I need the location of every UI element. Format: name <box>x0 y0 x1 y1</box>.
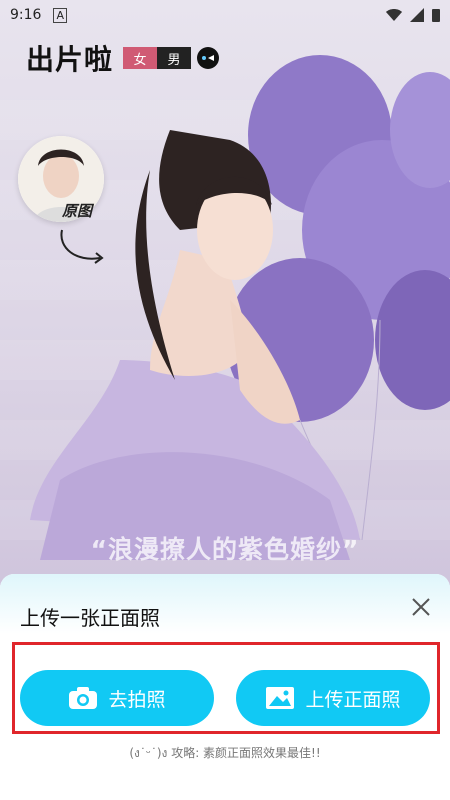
camera-icon <box>69 687 98 709</box>
app-logo: 出片啦 <box>26 43 114 76</box>
take-photo-label: 去拍照 <box>108 688 166 711</box>
signal-icon <box>410 8 424 22</box>
upload-photo-label: 上传正面照 <box>305 688 401 711</box>
image-icon <box>266 687 295 709</box>
status-bar: 9:16 A <box>0 0 450 30</box>
header: 出片啦 女 男 <box>26 38 220 78</box>
original-label: 原图 <box>62 202 93 220</box>
upload-bottom-sheet: 上传一张正面照 去拍照 上传正面照 (ง˙ᵕ˙)ง 攻略: 素颜正面照效果最佳!… <box>0 574 450 800</box>
template-caption: “浪漫撩人的紫色婚纱” <box>90 535 360 564</box>
close-button[interactable] <box>406 592 436 622</box>
toggle-icon[interactable] <box>197 47 220 69</box>
close-icon <box>412 598 430 616</box>
wifi-icon <box>386 9 402 21</box>
take-photo-button[interactable]: 去拍照 <box>20 670 214 726</box>
tip-text: (ง˙ᵕ˙)ง 攻略: 素颜正面照效果最佳!! <box>129 746 321 760</box>
sheet-title: 上传一张正面照 <box>20 606 160 630</box>
upload-photo-button[interactable]: 上传正面照 <box>236 670 430 726</box>
notification-icon: A <box>53 7 67 23</box>
gender-female-option[interactable]: 女 <box>123 47 158 69</box>
battery-icon <box>432 9 440 22</box>
curved-arrow-icon <box>60 229 104 264</box>
status-time: 9:16 <box>10 7 42 23</box>
gender-male-option[interactable]: 男 <box>157 47 192 69</box>
gender-switch[interactable]: 女 男 <box>123 47 192 69</box>
